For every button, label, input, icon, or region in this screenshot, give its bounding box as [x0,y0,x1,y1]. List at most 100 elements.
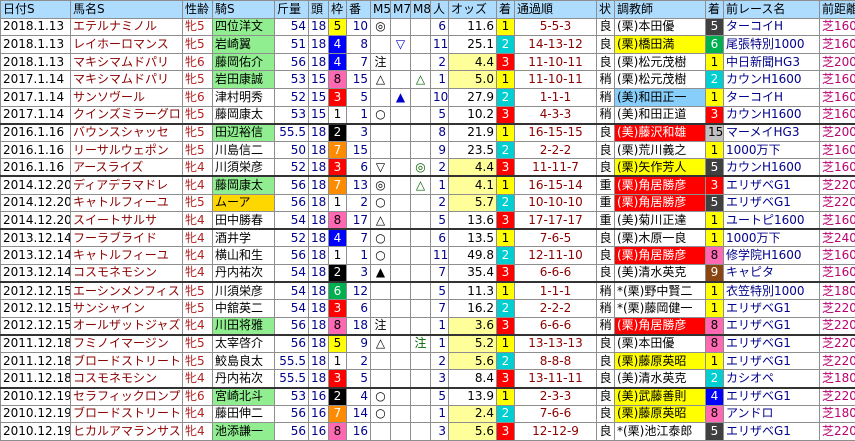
odds-value: 27.9 [449,88,497,106]
going: 重 [597,194,615,212]
header-chaku[interactable]: 着 [497,1,515,19]
popularity: 3 [431,370,449,388]
horse-number: 2 [347,352,371,370]
table-row[interactable]: 2016.1.16バウンスシャッセ牝5田辺裕信55.51823821.9116-… [1,124,855,142]
finish-position: 3 [497,264,515,282]
header-prev-race[interactable]: 前レース名 [724,1,820,19]
header-odds[interactable]: オッズ [449,1,497,19]
table-row[interactable]: 2011.12.18フミノイマージン牝5太宰啓介561859△注15.2113-… [1,335,855,353]
table-row[interactable]: 2014.12.20ディアデラマドレ牝4藤岡康太5618713◎△14.1116… [1,176,855,194]
horse-name: ディアデラマドレ [71,176,183,194]
header-date[interactable]: 日付S [1,1,71,19]
gate-number: 4 [329,229,347,247]
header-heads[interactable]: 頭 [309,1,329,19]
table-row[interactable]: 2017.1.14マキシマムドパリ牝5岩田康誠5315815△△15.0111-… [1,71,855,89]
table-row[interactable]: 2016.1.16リーサルウェポン牝5川島信二5018715923.522-2-… [1,141,855,159]
popularity: 7 [431,300,449,318]
header-gd[interactable]: 状 [597,1,615,19]
going: 良 [597,335,615,353]
table-row[interactable]: 2012.12.15サンシャイン牝5中舘英二541836716.222-2-2稍… [1,300,855,318]
passing-order: 7-6-6 [515,405,597,423]
sex-age: 牝4 [183,423,213,441]
mark-m5: 注 [371,53,391,71]
mark-m8 [411,264,431,282]
table-row[interactable]: 2013.12.14フーラブライド牝4酒井学521847○613.517-6-5… [1,229,855,247]
prev-race-name: カシオペ [724,370,820,388]
field-size: 18 [309,229,329,247]
table-row[interactable]: 2011.12.18コスモネモシン牝4丹内祐次55.5183538.4313-1… [1,370,855,388]
table-row[interactable]: 2010.12.19ブロードストリート牝4藤田伸二5616714○12.427-… [1,405,855,423]
popularity: 1 [431,405,449,423]
gate-number: 6 [329,282,347,300]
header-prev-chaku[interactable]: 着 [706,1,724,19]
table-row[interactable]: 2017.1.14クインズミラーグロ牝5藤岡康太531511○510.234-3… [1,106,855,124]
header-prev-dist[interactable]: 前距離 [820,1,855,19]
finish-position: 2 [497,247,515,265]
mark-m7 [391,300,411,318]
prev-distance: 芝2200 [820,335,855,353]
weight-carried: 54 [275,264,309,282]
prev-finish: 5 [706,194,724,212]
prev-race-name: エリザベG1 [724,176,820,194]
header-ban[interactable]: 番 [347,1,371,19]
table-row[interactable]: 2018.1.13マキシマムドパリ牝6藤岡佑介561847注24.4311-10… [1,53,855,71]
prev-finish: 5 [706,159,724,177]
table-row[interactable]: 2018.1.13エテルナミノル牝5四位洋文5418510◎611.615-5-… [1,18,855,36]
header-pass[interactable]: 通過順 [515,1,597,19]
table-row[interactable]: 2017.1.14サンソヴール牝6津村明秀521535▲1027.921-1-1… [1,88,855,106]
mark-m8 [411,88,431,106]
jockey-name: 川須栄彦 [213,282,275,300]
mark-m7 [391,352,411,370]
prev-distance: 芝2000 [820,124,855,142]
table-row[interactable]: 2014.12.20スイートサルサ牝4田中勝春5418817△513.6317-… [1,212,855,230]
gate-number: 2 [329,124,347,142]
prev-finish: 1 [706,300,724,318]
table-row[interactable]: 2011.12.18ブロードストリート牝5鮫島良太55.5181225.628-… [1,352,855,370]
header-m8[interactable]: M8 [411,1,431,19]
odds-value: 25.1 [449,36,497,54]
jockey-name: ムーア [213,194,275,212]
race-date: 2012.12.15 [1,282,71,300]
prev-distance: 芝1600 [820,18,855,36]
table-body: 2018.1.13エテルナミノル牝5四位洋文5418510◎611.615-5-… [1,18,855,440]
header-trainer[interactable]: 調教師 [615,1,706,19]
table-row[interactable]: 2013.12.14コスモネモシン牝4丹内祐次541823▲735.436-6-… [1,264,855,282]
passing-order: 1-1-1 [515,282,597,300]
table-row[interactable]: 2016.1.16アースライズ牝4川須栄彦521836▽◎24.4311-11-… [1,159,855,177]
race-date: 2012.12.15 [1,317,71,335]
table-row[interactable]: 2010.12.19セラフィックロンプ牝6宮崎北斗531624○513.912-… [1,388,855,406]
header-ninki[interactable]: 人 [431,1,449,19]
gate-number: 5 [329,335,347,353]
mark-m5: ○ [371,106,391,124]
jockey-name: 鮫島良太 [213,352,275,370]
header-jockey[interactable]: 騎S [213,1,275,19]
header-m7[interactable]: M7 [391,1,411,19]
odds-value: 23.5 [449,141,497,159]
field-size: 18 [309,194,329,212]
header-m5[interactable]: M5 [371,1,391,19]
weight-carried: 54 [275,282,309,300]
prev-distance: 芝2200 [820,176,855,194]
table-row[interactable]: 2012.12.15エーシンメンフィス牝5川須栄彦5418612511.311-… [1,282,855,300]
sex-age: 牝6 [183,53,213,71]
table-row[interactable]: 2018.1.13レイホーロマンス牝5岩崎翼511848▽1125.1214-1… [1,36,855,54]
race-date: 2013.12.14 [1,264,71,282]
header-waku[interactable]: 枠 [329,1,347,19]
popularity: 1 [431,317,449,335]
header-horse[interactable]: 馬名S [71,1,183,19]
table-row[interactable]: 2014.12.20キャトルフィーユ牝5ムーア561812○25.7210-10… [1,194,855,212]
header-weight[interactable]: 斤量 [275,1,309,19]
table-row[interactable]: 2013.12.14キャトルフィーユ牝4横山和生561811○1149.8212… [1,247,855,265]
prev-distance: 芝2200 [820,423,855,441]
mark-m7 [391,159,411,177]
weight-carried: 56 [275,405,309,423]
header-sex[interactable]: 性齢 [183,1,213,19]
mark-m8 [411,405,431,423]
mark-m8 [411,194,431,212]
race-date: 2016.1.16 [1,159,71,177]
table-row[interactable]: 2012.12.15オールザットジャズ牝4川田将雅5618818注13.636-… [1,317,855,335]
jockey-name: 丹内祐次 [213,370,275,388]
mark-m8 [411,229,431,247]
table-row[interactable]: 2010.12.19ヒカルアマランサス牝4池添謙一561681635.6312-… [1,423,855,441]
passing-order: 2-2-2 [515,141,597,159]
